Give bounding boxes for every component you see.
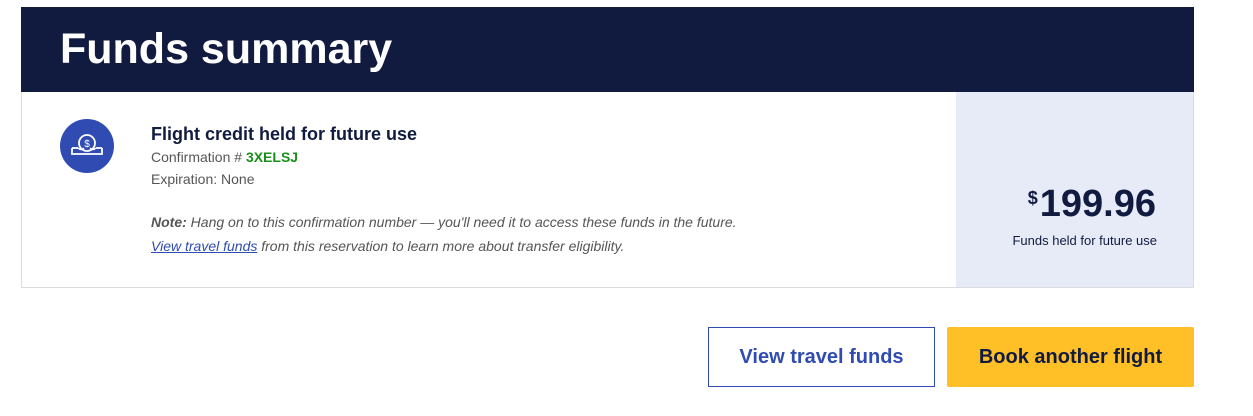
currency-symbol: $ [1027,188,1038,208]
link-suffix-text: from this reservation to learn more abou… [261,238,625,254]
money-hand-icon: $ [60,119,114,173]
credit-title: Flight credit held for future use [151,124,418,144]
amount-value: 199.96 [1039,183,1156,225]
amount-panel: $199.96 Funds held for future use [956,92,1193,287]
confirmation-line: Confirmation # 3XELSJ [151,146,417,168]
note-label: Note: [151,214,187,230]
view-travel-funds-link[interactable]: View travel funds [151,238,257,254]
confirmation-code: 3XELSJ [245,149,299,165]
funds-amount: $199.96 [1028,184,1156,224]
page-title: Funds summary [60,25,393,73]
expiration-text: Expiration: None [151,171,255,187]
confirmation-label: Confirmation # [151,149,243,165]
book-another-flight-button[interactable]: Book another flight [947,327,1194,387]
view-travel-funds-button[interactable]: View travel funds [708,327,935,387]
credit-details: Flight credit held for future use Confir… [151,122,417,190]
note-text: Hang on to this confirmation number — yo… [190,214,737,230]
svg-text:$: $ [84,139,90,150]
amount-label: Funds held for future use [1012,233,1157,248]
credit-note: Note: Hang on to this confirmation numbe… [151,210,737,258]
funds-summary-header: Funds summary [21,7,1194,92]
flight-credit-card: $ Flight credit held for future use Conf… [21,92,1194,288]
